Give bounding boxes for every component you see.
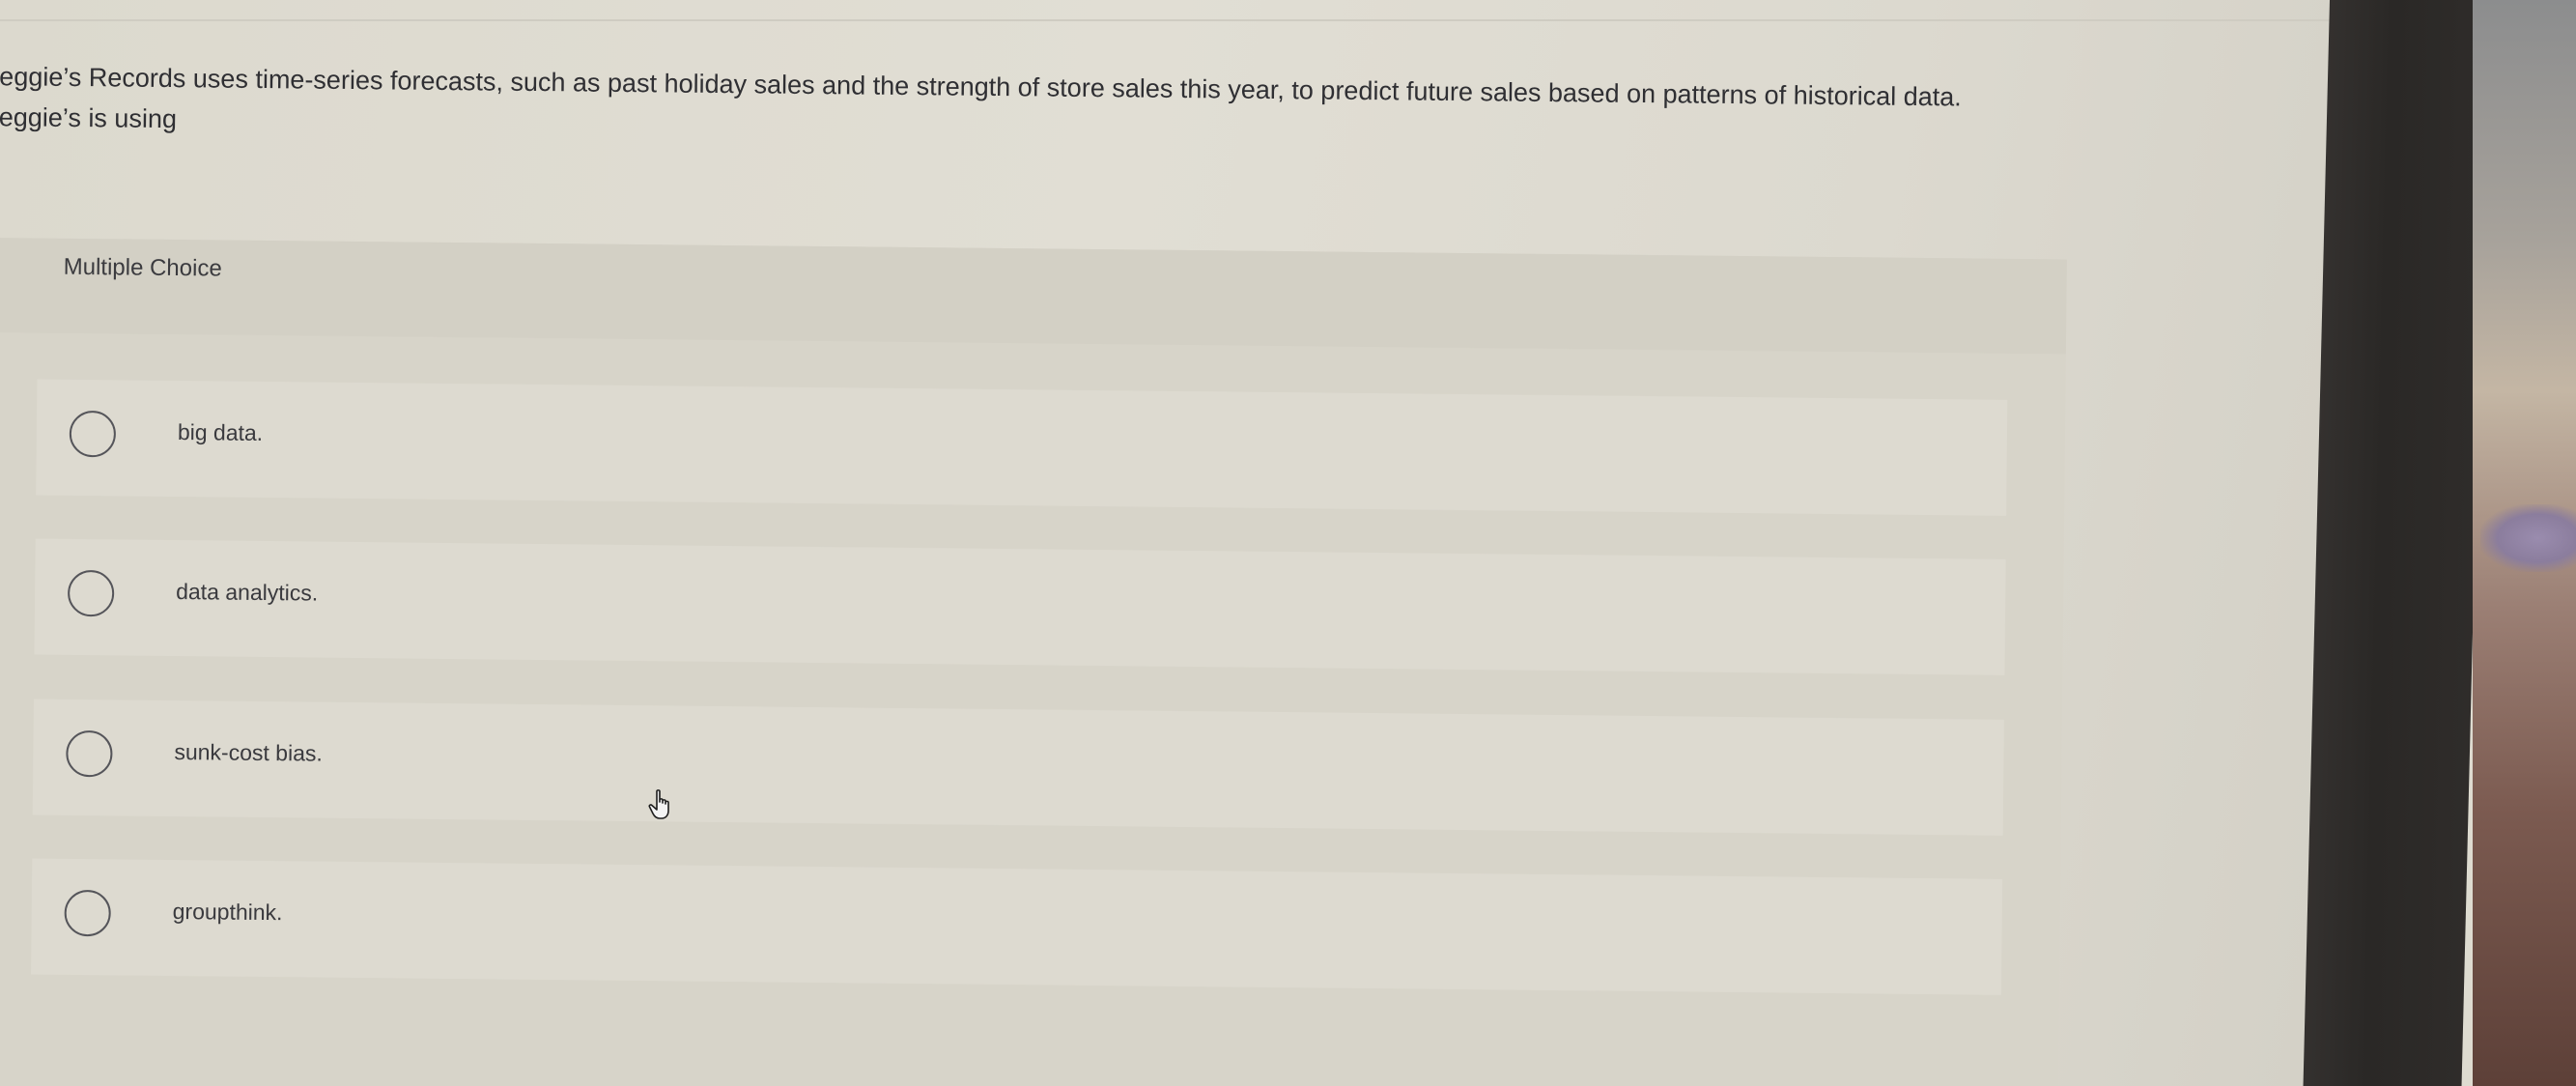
answer-option-3[interactable]: sunk-cost bias. (32, 699, 2004, 836)
answer-option-4[interactable]: groupthink. (31, 858, 2003, 995)
answer-option-label: data analytics. (176, 579, 319, 606)
radio-circle-icon[interactable] (64, 889, 111, 937)
multiple-choice-label: Multiple Choice (63, 253, 222, 282)
screen: Reggie’s Records uses time-series foreca… (0, 0, 2366, 1086)
multiple-choice-header: Multiple Choice (0, 238, 2067, 355)
background-flower (2480, 504, 2576, 572)
answer-option-label: big data. (177, 419, 264, 445)
radio-circle-icon[interactable] (66, 729, 113, 778)
question-text: Reggie’s Records uses time-series foreca… (0, 61, 1962, 134)
multiple-choice-panel: Multiple Choice big data. data analytics… (0, 238, 2067, 1086)
answer-option-2[interactable]: data analytics. (34, 538, 2006, 675)
answer-option-label: groupthink. (172, 899, 283, 926)
radio-circle-icon[interactable] (69, 410, 117, 458)
top-divider (0, 19, 2366, 21)
answer-option-1[interactable]: big data. (36, 379, 2008, 516)
hand-pointer-icon (648, 789, 669, 819)
monitor-bezel (2303, 0, 2488, 1086)
radio-circle-icon[interactable] (67, 569, 115, 617)
answer-option-label: sunk-cost bias. (174, 739, 323, 766)
